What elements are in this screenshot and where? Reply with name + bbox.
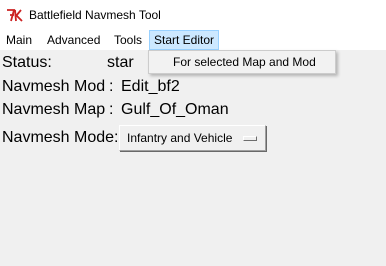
mod-label: Navmesh Mod	[2, 78, 106, 95]
menu-advanced[interactable]: Advanced	[43, 30, 104, 50]
mod-separator: :	[109, 78, 114, 95]
menu-tools[interactable]: Tools	[110, 30, 146, 50]
menu-main[interactable]: Main	[2, 30, 36, 50]
mod-value: Edit_bf2	[121, 78, 180, 95]
mode-label: Navmesh Mode:	[2, 129, 119, 146]
mode-selected-value: Infantry and Vehicle	[127, 131, 233, 145]
menu-start-editor[interactable]: Start Editor	[149, 30, 220, 50]
status-label: Status:	[2, 54, 52, 71]
tk-feather-icon	[7, 9, 23, 22]
map-separator: :	[109, 101, 114, 118]
option-menu-indicator-icon	[243, 136, 257, 141]
start-editor-dropdown: For selected Map and Mod	[148, 50, 336, 74]
menu-bar: Main Advanced Tools Start Editor	[0, 30, 386, 50]
map-value: Gulf_Of_Oman	[121, 101, 229, 118]
status-value: star	[107, 54, 134, 71]
mod-row: Navmesh Mod : Edit_bf2	[2, 76, 252, 98]
map-row: Navmesh Map : Gulf_Of_Oman	[2, 99, 252, 121]
mode-option-menu[interactable]: Infantry and Vehicle	[119, 125, 266, 151]
menu-item-for-selected-map-and-mod[interactable]: For selected Map and Mod	[149, 51, 335, 73]
title-bar: Battlefield Navmesh Tool	[0, 0, 386, 30]
map-label: Navmesh Map	[2, 101, 106, 118]
mode-row: Navmesh Mode:	[2, 127, 122, 149]
window-title: Battlefield Navmesh Tool	[29, 8, 161, 22]
